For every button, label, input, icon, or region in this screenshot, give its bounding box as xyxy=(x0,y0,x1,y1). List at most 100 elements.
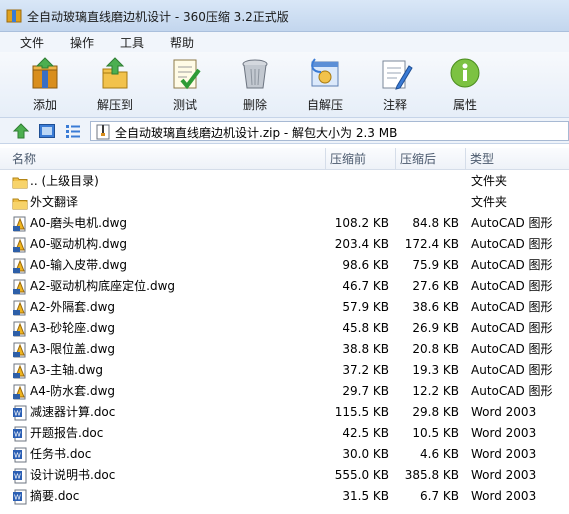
file-packed-size: 6.7 KB xyxy=(420,489,459,503)
file-packed-size: 10.5 KB xyxy=(412,426,459,440)
file-size: 45.8 KB xyxy=(342,321,389,335)
path-field[interactable]: 全自动玻璃直线磨边机设计.zip - 解包大小为 2.3 MB xyxy=(90,121,569,141)
test-button[interactable]: 测试 xyxy=(155,56,215,116)
list-item[interactable]: W 开题报告.doc 42.5 KB 10.5 KB Word 2003 xyxy=(0,423,569,444)
file-type: AutoCAD 图形 xyxy=(471,279,553,293)
file-size: 38.8 KB xyxy=(342,342,389,356)
list-item[interactable]: .. (上级目录) 文件夹 xyxy=(0,171,569,192)
app-logo-icon xyxy=(6,9,22,23)
word-doc-icon: W xyxy=(12,468,28,484)
file-name: 开题报告.doc xyxy=(30,426,104,440)
file-packed-size: 84.8 KB xyxy=(412,216,459,230)
view-thumbnail-icon[interactable] xyxy=(38,122,56,140)
file-name: 减速器计算.doc xyxy=(30,405,116,419)
comment-label: 注释 xyxy=(382,98,407,112)
delete-trash-icon xyxy=(242,59,268,89)
file-type: AutoCAD 图形 xyxy=(471,300,553,314)
comment-icon xyxy=(382,60,413,90)
extract-to-label: 解压到 xyxy=(96,98,133,112)
file-type: Word 2003 xyxy=(471,426,537,440)
self-extract-button[interactable]: 自解压 xyxy=(295,56,355,116)
delete-label: 删除 xyxy=(242,98,267,112)
window-title: 全自动玻璃直线磨边机设计 - 360压缩 3.2正式版 xyxy=(27,10,289,24)
file-size: 42.5 KB xyxy=(342,426,389,440)
file-packed-size: 75.9 KB xyxy=(412,258,459,272)
test-label: 测试 xyxy=(172,98,197,112)
dwg-file-icon xyxy=(12,300,28,316)
dwg-file-icon xyxy=(12,363,28,379)
dwg-file-icon xyxy=(12,342,28,358)
add-label: 添加 xyxy=(32,98,57,112)
file-type: AutoCAD 图形 xyxy=(471,363,553,377)
list-item[interactable]: W 任务书.doc 30.0 KB 4.6 KB Word 2003 xyxy=(0,444,569,465)
file-packed-size: 12.2 KB xyxy=(412,384,459,398)
file-size: 46.7 KB xyxy=(342,279,389,293)
file-packed-size: 38.6 KB xyxy=(412,300,459,314)
list-item[interactable]: A0-驱动机构.dwg 203.4 KB 172.4 KB AutoCAD 图形 xyxy=(0,234,569,255)
self-extract-icon xyxy=(311,58,339,87)
file-packed-size: 385.8 KB xyxy=(404,468,459,482)
properties-button[interactable]: 属性 xyxy=(435,56,495,116)
list-item[interactable]: A2-外隔套.dwg 57.9 KB 38.6 KB AutoCAD 图形 xyxy=(0,297,569,318)
file-type: AutoCAD 图形 xyxy=(471,342,553,356)
file-name: A0-输入皮带.dwg xyxy=(30,258,128,272)
file-packed-size: 29.8 KB xyxy=(412,405,459,419)
word-doc-icon: W xyxy=(12,426,28,442)
list-item[interactable]: A3-主轴.dwg 37.2 KB 19.3 KB AutoCAD 图形 xyxy=(0,360,569,381)
title-bar: 全自动玻璃直线磨边机设计 - 360压缩 3.2正式版 xyxy=(0,0,569,32)
menu-file[interactable]: 文件 xyxy=(20,34,44,51)
file-type: AutoCAD 图形 xyxy=(471,216,553,230)
add-button[interactable]: 添加 xyxy=(15,56,75,116)
file-type: Word 2003 xyxy=(471,405,537,419)
dwg-file-icon xyxy=(12,258,28,274)
file-size: 31.5 KB xyxy=(342,489,389,503)
list-item[interactable]: A0-输入皮带.dwg 98.6 KB 75.9 KB AutoCAD 图形 xyxy=(0,255,569,276)
list-item[interactable]: W 设计说明书.doc 555.0 KB 385.8 KB Word 2003 xyxy=(0,465,569,486)
list-item[interactable]: A0-磨头电机.dwg 108.2 KB 84.8 KB AutoCAD 图形 xyxy=(0,213,569,234)
file-type: Word 2003 xyxy=(471,489,537,503)
delete-button[interactable]: 删除 xyxy=(225,56,285,116)
file-size: 115.5 KB xyxy=(334,405,389,419)
file-type: AutoCAD 图形 xyxy=(471,237,553,251)
svg-text:W: W xyxy=(14,431,21,439)
list-item[interactable]: A3-限位盖.dwg 38.8 KB 20.8 KB AutoCAD 图形 xyxy=(0,339,569,360)
file-name: A2-外隔套.dwg xyxy=(30,300,116,314)
file-name: A3-限位盖.dwg xyxy=(30,342,116,356)
extract-to-button[interactable]: 解压到 xyxy=(85,56,145,116)
dwg-file-icon xyxy=(12,384,28,400)
menu-help[interactable]: 帮助 xyxy=(170,34,194,51)
file-type: 文件夹 xyxy=(471,195,508,209)
dwg-file-icon xyxy=(12,216,28,232)
zip-archive-icon xyxy=(96,124,110,140)
comment-button[interactable]: 注释 xyxy=(365,56,425,116)
word-doc-icon: W xyxy=(12,447,28,463)
column-header-name[interactable]: 名称 xyxy=(8,148,326,170)
toolbar: 添加 解压到 测试 删除 自解压 注释 属性 xyxy=(0,52,569,118)
file-size: 98.6 KB xyxy=(342,258,389,272)
file-type: Word 2003 xyxy=(471,447,537,461)
dwg-file-icon xyxy=(12,321,28,337)
dwg-file-icon xyxy=(12,237,28,253)
column-header-packed[interactable]: 压缩后 xyxy=(396,148,466,170)
list-item[interactable]: A3-砂轮座.dwg 45.8 KB 26.9 KB AutoCAD 图形 xyxy=(0,318,569,339)
list-item[interactable]: A4-防水套.dwg 29.7 KB 12.2 KB AutoCAD 图形 xyxy=(0,381,569,402)
add-archive-icon xyxy=(32,57,58,89)
info-icon xyxy=(450,58,480,88)
list-item[interactable]: 外文翻译 文件夹 xyxy=(0,192,569,213)
list-item[interactable]: A2-驱动机构底座定位.dwg 46.7 KB 27.6 KB AutoCAD 图形 xyxy=(0,276,569,297)
file-type: AutoCAD 图形 xyxy=(471,258,553,272)
menu-operation[interactable]: 操作 xyxy=(70,34,94,51)
list-item[interactable]: W 减速器计算.doc 115.5 KB 29.8 KB Word 2003 xyxy=(0,402,569,423)
up-arrow-icon[interactable] xyxy=(12,122,30,140)
file-type: Word 2003 xyxy=(471,468,537,482)
file-size: 30.0 KB xyxy=(342,447,389,461)
file-packed-size: 19.3 KB xyxy=(412,363,459,377)
column-header-type[interactable]: 类型 xyxy=(466,148,569,170)
file-packed-size: 4.6 KB xyxy=(420,447,459,461)
list-item[interactable]: W 摘要.doc 31.5 KB 6.7 KB Word 2003 xyxy=(0,486,569,507)
column-header-size[interactable]: 压缩前 xyxy=(326,148,396,170)
self-extract-label: 自解压 xyxy=(306,98,343,112)
menu-tools[interactable]: 工具 xyxy=(120,34,144,51)
view-details-icon[interactable] xyxy=(64,122,82,140)
file-packed-size: 27.6 KB xyxy=(412,279,459,293)
